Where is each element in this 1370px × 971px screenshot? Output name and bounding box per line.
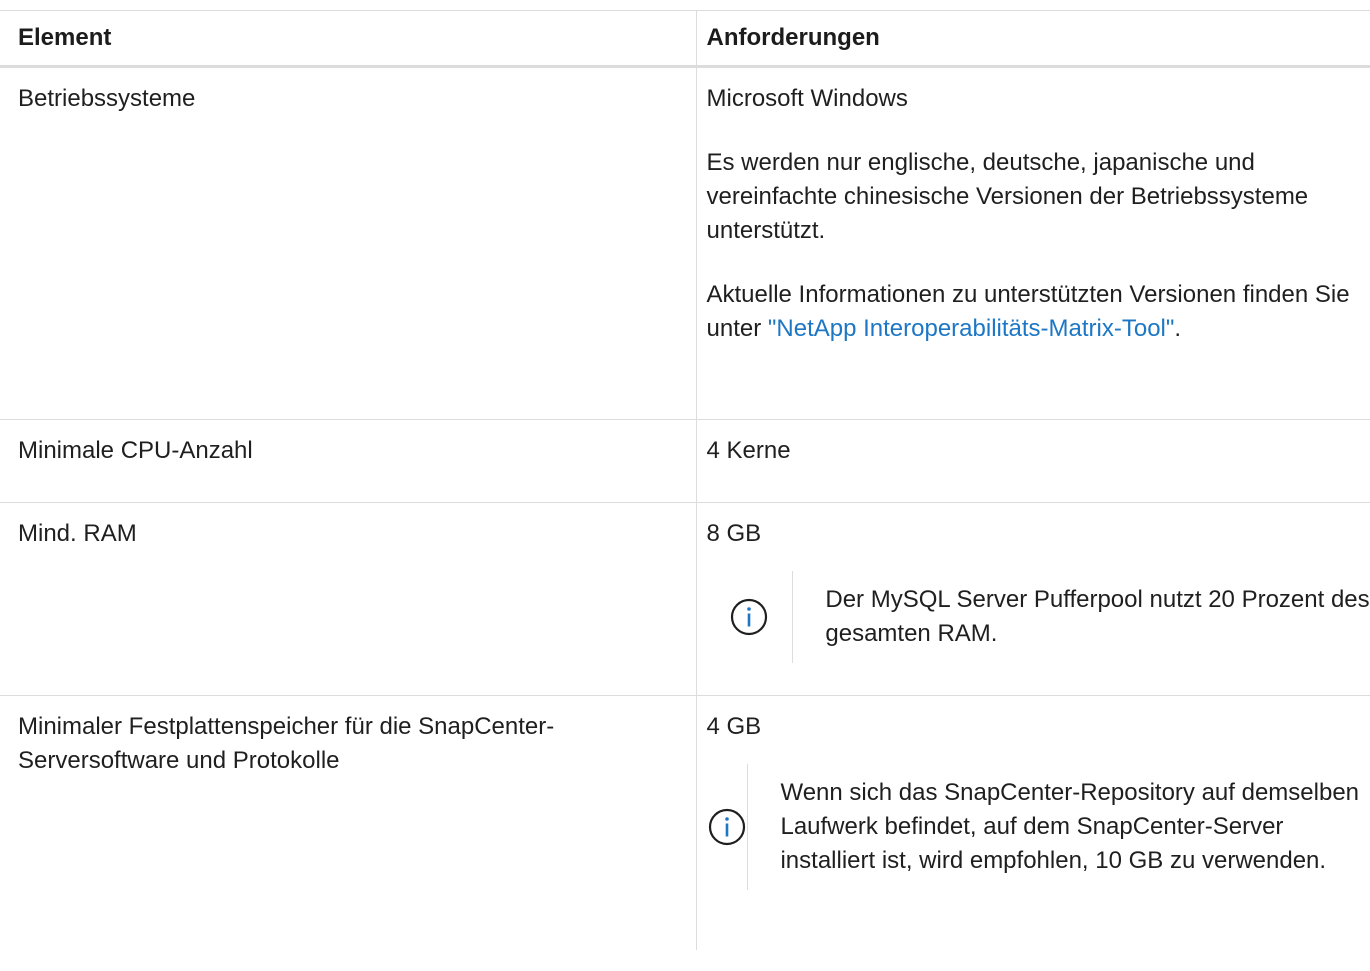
disk-note: Wenn sich das SnapCenter-Repository auf … bbox=[707, 764, 1370, 890]
os-info-suffix: . bbox=[1174, 315, 1182, 342]
element-cell: Minimale CPU-Anzahl bbox=[0, 419, 696, 503]
requirements-cell: 8 GB Der MySQL Server Pufferpool nutzt 2… bbox=[695, 502, 1370, 696]
requirements-cell: 4 Kerne bbox=[695, 419, 1370, 503]
requirements-table: Element Anforderungen Betriebssysteme Mi… bbox=[0, 10, 1370, 950]
os-info-paragraph: Aktuelle Informationen zu unterstützten … bbox=[707, 278, 1370, 346]
ram-note-text: Der MySQL Server Pufferpool nutzt 20 Pro… bbox=[792, 571, 1370, 663]
os-language-note: Es werden nur englische, deutsche, japan… bbox=[706, 149, 1309, 244]
ram-note: Der MySQL Server Pufferpool nutzt 20 Pro… bbox=[707, 571, 1370, 663]
table-row: Minimale CPU-Anzahl 4 Kerne bbox=[0, 419, 1370, 503]
column-header-element: Element bbox=[0, 10, 696, 68]
interoperability-matrix-link[interactable]: "NetApp Interoperabilitäts-Matrix-Tool" bbox=[768, 315, 1175, 342]
requirements-cell: Microsoft Windows Es werden nur englisch… bbox=[695, 66, 1370, 420]
table-header-row: Element Anforderungen bbox=[0, 10, 1370, 68]
ram-value: 8 GB bbox=[706, 520, 762, 547]
column-header-requirements: Anforderungen bbox=[695, 10, 1370, 68]
element-cell: Minimaler Festplattenspeicher für die Sn… bbox=[18, 713, 555, 774]
element-cell: Betriebssysteme bbox=[0, 66, 696, 420]
os-name: Microsoft Windows bbox=[706, 85, 908, 112]
disk-note-text: Wenn sich das SnapCenter-Repository auf … bbox=[747, 764, 1370, 890]
disk-value: 4 GB bbox=[706, 713, 762, 740]
table-row: Betriebssysteme Microsoft Windows Es wer… bbox=[0, 66, 1370, 420]
table-row: Mind. RAM 8 GB Der MySQL Server Pufferpo… bbox=[0, 502, 1370, 696]
requirements-cell: 4 GB Wenn sich das SnapCenter-Repository… bbox=[695, 695, 1370, 950]
info-circle-icon bbox=[731, 598, 768, 636]
element-cell: Mind. RAM bbox=[0, 502, 696, 696]
table-row: Minimaler Festplattenspeicher für die Sn… bbox=[0, 695, 1370, 950]
info-circle-icon bbox=[708, 808, 746, 846]
